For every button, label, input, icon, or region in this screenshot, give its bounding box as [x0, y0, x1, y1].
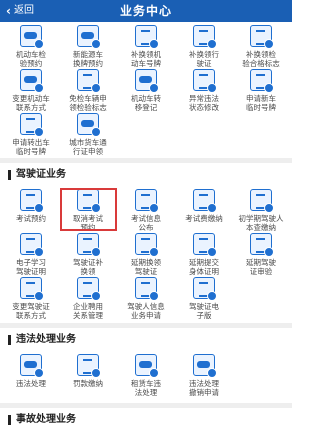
- grid-item[interactable]: 初学期驾驶人 本查缴纳: [232, 189, 290, 232]
- grid-item[interactable]: 延期提交 身体证明: [175, 233, 233, 276]
- grid-item[interactable]: 免检车辆申 领检验标志: [59, 69, 117, 112]
- section-marker: [8, 170, 11, 180]
- grid-item[interactable]: 考试预约: [2, 189, 60, 223]
- grid-item[interactable]: 申请新车 临时号牌: [232, 69, 290, 112]
- grid-item[interactable]: 机动车转 移登记: [117, 69, 175, 112]
- health-cert-icon: [193, 233, 217, 257]
- e-learning-cert-icon: [20, 233, 44, 257]
- inspection-mark-icon: [250, 25, 274, 49]
- license-audit-icon: [250, 233, 274, 257]
- grid-item[interactable]: 延期驾驶 证审验: [232, 233, 290, 276]
- page-title: 业务中心: [119, 4, 172, 18]
- grid-item[interactable]: 电子学习 驾驶证明: [2, 233, 60, 276]
- e-license-icon: [193, 277, 217, 301]
- grid-item[interactable]: 驾驶证电 子版: [175, 277, 233, 320]
- section-marker: [8, 415, 11, 425]
- grid-item[interactable]: 驾驶人信息 业务申请: [117, 277, 175, 320]
- license-contact-icon: [20, 277, 44, 301]
- truck-pass-icon: [77, 113, 101, 137]
- grid-item[interactable]: 延期换领 驾驶证: [117, 233, 175, 276]
- grid-item[interactable]: 违法处理 撤销申请: [175, 354, 233, 397]
- grid-item[interactable]: 补换领检 验合格标志: [232, 25, 290, 68]
- driving-permit-icon: [193, 25, 217, 49]
- grid-item[interactable]: 违法处理: [2, 354, 60, 388]
- grid-item[interactable]: 驾驶证补 换领: [59, 233, 117, 276]
- grid-item[interactable]: 补换领机 动车号牌: [117, 25, 175, 68]
- plate-replacement-icon: [135, 25, 159, 49]
- grid-item[interactable]: 异常违法 状态修改: [175, 69, 233, 112]
- grid-item[interactable]: 罚款缴纳: [59, 354, 117, 388]
- employment-icon: [77, 277, 101, 301]
- exempt-mark-icon: [77, 69, 101, 93]
- status-edit-icon: [193, 69, 217, 93]
- grid-item[interactable]: 考试信息 公布: [117, 189, 175, 232]
- driver-info-icon: [135, 277, 159, 301]
- grid-item[interactable]: 企业聘用 关系管理: [59, 277, 117, 320]
- extend-license-icon: [135, 233, 159, 257]
- transfer-icon: [135, 69, 159, 93]
- rental-violation-icon: [135, 354, 159, 378]
- exam-fee-icon: [193, 189, 217, 213]
- accident-section-header: 事故处理业务: [0, 403, 292, 427]
- selection-highlight: [60, 188, 117, 231]
- grid-item[interactable]: 变更机动车 联系方式: [2, 69, 60, 112]
- new-energy-plate-icon: [77, 25, 101, 49]
- license-section-header: 驾驶证业务: [0, 158, 292, 182]
- license-replace-icon: [77, 233, 101, 257]
- grid-item[interactable]: 变更驾驶证 联系方式: [2, 277, 60, 320]
- section-title: 事故处理业务: [16, 414, 76, 425]
- fine-payment-icon: [77, 354, 101, 378]
- section-title: 驾驶证业务: [16, 169, 66, 180]
- revoke-icon: [193, 354, 217, 378]
- exam-booking-icon: [20, 189, 44, 213]
- grid-item[interactable]: 租赁车违 法处理: [117, 354, 175, 397]
- violation-section-header: 违法处理业务: [0, 323, 292, 347]
- temp-plate-icon: [250, 69, 274, 93]
- section-title: 违法处理业务: [16, 334, 76, 345]
- grid-item[interactable]: 申请转出车 临时号牌: [2, 113, 60, 156]
- section-marker: [8, 335, 11, 345]
- grid-item[interactable]: 考试费缴纳: [175, 189, 233, 223]
- grid-item[interactable]: 机动车检 验预约: [2, 25, 60, 68]
- contact-change-icon: [20, 69, 44, 93]
- transfer-temp-plate-icon: [20, 113, 44, 137]
- top-bar: ‹ 返回 业务中心: [0, 0, 292, 22]
- grid-item[interactable]: 补换领行 驶证: [175, 25, 233, 68]
- grid-item[interactable]: 城市货车通 行证申领: [59, 113, 117, 156]
- learner-icon: [250, 189, 274, 213]
- violation-icon: [20, 354, 44, 378]
- car-inspection-icon: [20, 25, 44, 49]
- exam-info-icon: [135, 189, 159, 213]
- grid-item[interactable]: 新能源车 换牌预约: [59, 25, 117, 68]
